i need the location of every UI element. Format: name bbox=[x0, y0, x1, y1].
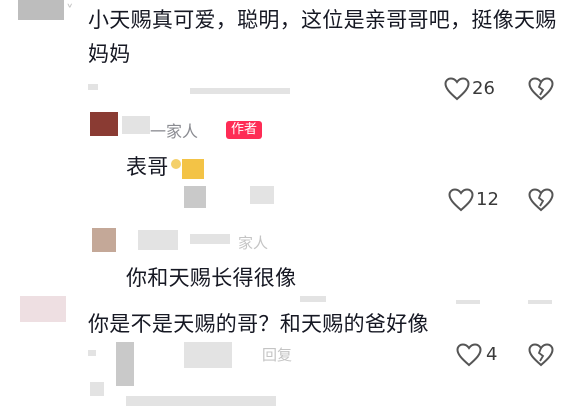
broken-heart-icon bbox=[528, 343, 554, 367]
blurred-username bbox=[190, 234, 230, 244]
avatar[interactable] bbox=[92, 228, 116, 252]
blurred-meta bbox=[190, 88, 290, 94]
blurred-meta bbox=[300, 296, 326, 302]
emoji-icon bbox=[168, 154, 208, 188]
blurred-meta bbox=[126, 396, 276, 406]
dislike-button[interactable] bbox=[528, 343, 554, 367]
like-count: 4 bbox=[486, 344, 498, 365]
heart-icon bbox=[456, 343, 482, 367]
comment-text: 小天赐真可爱，聪明，这位是亲哥哥吧，挺像天赐 bbox=[88, 8, 557, 32]
comment-text: 表哥 bbox=[126, 155, 169, 179]
blurred-meta bbox=[116, 342, 134, 386]
like-button[interactable] bbox=[456, 343, 482, 367]
heart-icon bbox=[444, 77, 470, 101]
blurred-username bbox=[122, 116, 150, 134]
dislike-button[interactable] bbox=[528, 188, 554, 212]
blurred-meta bbox=[184, 342, 232, 368]
username[interactable]: 一家人 bbox=[150, 118, 198, 142]
username[interactable]: 家人 bbox=[238, 232, 268, 253]
blurred-username bbox=[138, 230, 178, 250]
blurred-meta bbox=[250, 186, 274, 204]
comment-text: 你和天赐长得很像 bbox=[126, 266, 297, 290]
avatar[interactable] bbox=[90, 112, 118, 136]
heart-icon bbox=[448, 188, 474, 212]
broken-heart-icon bbox=[528, 188, 554, 212]
like-count: 12 bbox=[476, 189, 499, 210]
dislike-button[interactable] bbox=[528, 77, 554, 101]
collapse-chevron-icon: ˅ bbox=[66, 2, 74, 20]
like-count: 26 bbox=[472, 78, 495, 99]
blurred-meta bbox=[88, 84, 98, 90]
avatar[interactable] bbox=[18, 0, 64, 20]
blurred-meta bbox=[184, 186, 206, 208]
like-button[interactable] bbox=[456, 300, 480, 304]
reply-button[interactable]: 回复 bbox=[262, 344, 292, 365]
like-button[interactable] bbox=[444, 77, 470, 101]
comment-text-continued: 妈妈 bbox=[88, 42, 131, 66]
dislike-button[interactable] bbox=[528, 300, 552, 304]
broken-heart-icon bbox=[528, 77, 554, 101]
avatar[interactable] bbox=[90, 382, 104, 396]
author-badge: 作者 bbox=[226, 121, 263, 139]
like-button[interactable] bbox=[448, 188, 474, 212]
comment-text: 你是不是天赐的哥？和天赐的爸好像 bbox=[88, 312, 429, 336]
avatar[interactable] bbox=[20, 296, 66, 322]
blurred-meta bbox=[88, 350, 96, 356]
